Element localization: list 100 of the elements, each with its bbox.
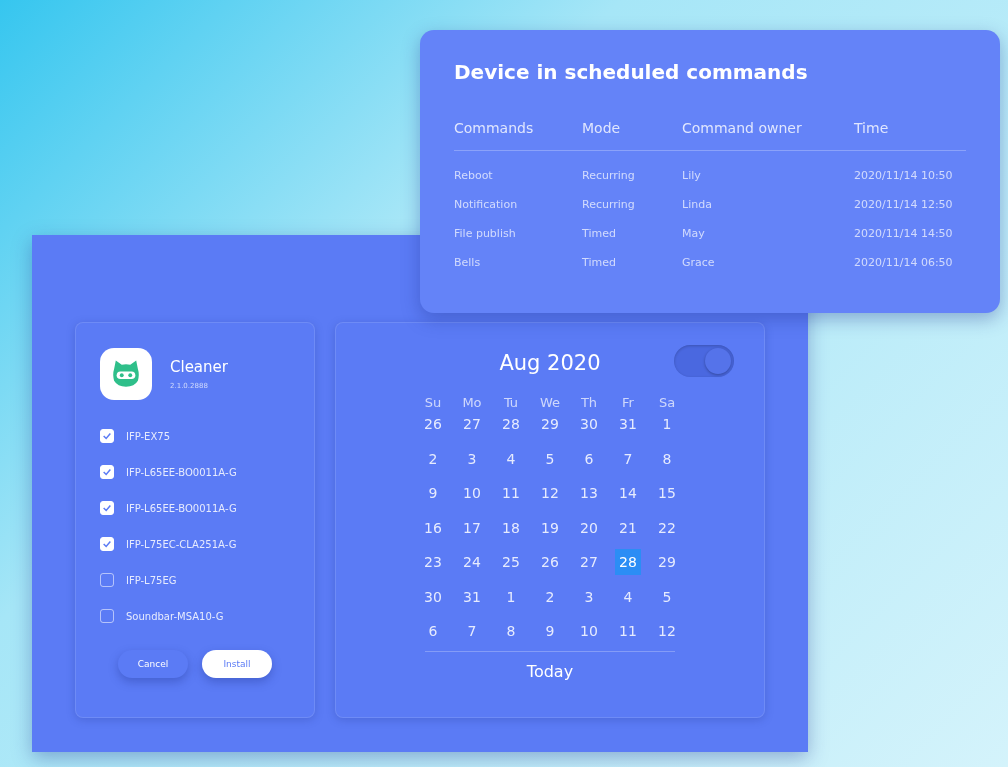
column-header: Time — [854, 120, 890, 136]
calendar-day[interactable]: 2 — [530, 585, 570, 608]
table-cell-text: 2020/11/14 06:50 — [854, 256, 954, 269]
calendar-day[interactable]: 27 — [569, 551, 609, 573]
checkmark-icon — [102, 431, 112, 441]
calendar-day[interactable]: 12 — [530, 482, 570, 504]
calendar-day[interactable]: 31 — [608, 413, 648, 435]
calendar-day[interactable]: 3 — [569, 585, 609, 608]
app-icon — [100, 348, 152, 400]
calendar-day[interactable]: 31 — [452, 585, 492, 608]
weekday-label: Fr — [621, 395, 635, 412]
calendar-day[interactable]: 14 — [608, 482, 648, 504]
calendar-day[interactable]: 2 — [413, 447, 453, 470]
calendar-day[interactable]: 29 — [530, 413, 570, 435]
calendar-day[interactable]: 22 — [647, 516, 687, 539]
column-header: Commands — [454, 120, 535, 136]
calendar-day[interactable]: 23 — [413, 551, 453, 573]
calendar-day[interactable]: 19 — [530, 516, 570, 539]
calendar-day[interactable]: 30 — [413, 585, 453, 608]
calendar-day[interactable]: 26 — [413, 413, 453, 435]
calendar-day[interactable]: 7 — [452, 620, 492, 642]
calendar-day[interactable]: 9 — [530, 620, 570, 642]
calendar-day[interactable]: 12 — [647, 620, 687, 642]
device-label: IFP-EX75 — [126, 430, 170, 442]
checkmark-icon — [102, 503, 112, 513]
month-title: Aug 2020 — [499, 351, 601, 375]
calendar-day[interactable]: 28 — [491, 413, 531, 435]
calendar-day[interactable]: 4 — [608, 585, 648, 608]
device-label: Soundbar-MSA10-G — [126, 610, 224, 622]
table-cell-text: May — [682, 227, 706, 240]
weekday-label: Sa — [657, 395, 677, 412]
table-cell-text: Timed — [582, 256, 617, 269]
table-cell-text: Grace — [682, 256, 716, 269]
calendar-day[interactable]: 10 — [452, 482, 492, 504]
checkbox[interactable] — [100, 573, 114, 587]
device-label: IFP-L65EE-BO0011A-G — [126, 466, 237, 478]
table-cell-text: Bells — [454, 256, 482, 269]
calendar-day[interactable]: 25 — [491, 551, 531, 573]
install-button[interactable]: Install — [202, 650, 272, 678]
calendar-day[interactable]: 11 — [491, 482, 531, 504]
calendar-day[interactable]: 17 — [452, 516, 492, 539]
checkbox[interactable] — [100, 537, 114, 551]
checkbox[interactable] — [100, 609, 114, 623]
calendar-day[interactable]: 6 — [413, 620, 453, 642]
calendar-day[interactable]: 18 — [491, 516, 531, 539]
calendar-day[interactable]: 5 — [530, 447, 570, 470]
calendar-day[interactable]: 5 — [647, 585, 687, 608]
checkbox[interactable] — [100, 501, 114, 515]
calendar-day[interactable]: 7 — [608, 447, 648, 470]
checkmark-icon — [102, 467, 112, 477]
table-cell-text: Recurring — [582, 169, 636, 182]
today-button[interactable]: Today — [520, 659, 580, 683]
checkmark-icon — [102, 539, 112, 549]
calendar-day[interactable]: 27 — [452, 413, 492, 435]
table-cell-text: 2020/11/14 14:50 — [854, 227, 954, 240]
calendar-day[interactable]: 26 — [530, 551, 570, 573]
calendar-day[interactable]: 1 — [647, 413, 687, 435]
calendar-day[interactable]: 24 — [452, 551, 492, 573]
table-cell-text: 2020/11/14 10:50 — [854, 169, 954, 182]
table-cell-text: Recurring — [582, 198, 636, 211]
column-header: Mode — [582, 120, 622, 136]
table-cell-text: Timed — [582, 227, 617, 240]
weekday-label: We — [538, 395, 562, 412]
calendar-day[interactable]: 9 — [413, 482, 453, 504]
weekday-label: Tu — [502, 395, 520, 412]
calendar-day[interactable]: 8 — [491, 620, 531, 642]
calendar-day[interactable]: 8 — [647, 447, 687, 470]
calendar-day[interactable]: 13 — [569, 482, 609, 504]
device-label: IFP-L75EG — [126, 574, 177, 586]
calendar-day[interactable]: 4 — [491, 447, 531, 470]
calendar-day[interactable]: 16 — [413, 516, 453, 539]
table-cell-text: Lily — [682, 169, 702, 182]
calendar-day[interactable]: 29 — [647, 551, 687, 573]
weekday-label: Th — [579, 395, 599, 412]
calendar-day[interactable]: 6 — [569, 447, 609, 470]
calendar-day[interactable]: 30 — [569, 413, 609, 435]
calendar-day[interactable]: 3 — [452, 447, 492, 470]
device-label: IFP-L75EC-CLA251A-G — [126, 538, 237, 550]
panel-title: Device in scheduled commands — [454, 60, 809, 84]
table-cell-text: Reboot — [454, 169, 494, 182]
table-cell-text: File publish — [454, 227, 517, 240]
weekday-label: Mo — [461, 395, 483, 412]
table-cell-text: 2020/11/14 12:50 — [854, 198, 954, 211]
app-name: Cleaner — [170, 358, 228, 376]
toggle-switch[interactable] — [674, 345, 734, 377]
calendar-day[interactable]: 11 — [608, 620, 648, 642]
calendar-day[interactable]: 10 — [569, 620, 609, 642]
checkbox[interactable] — [100, 429, 114, 443]
calendar-day[interactable]: 15 — [647, 482, 687, 504]
calendar-day[interactable]: 21 — [608, 516, 648, 539]
device-label: IFP-L65EE-BO0011A-G — [126, 502, 237, 514]
calendar-day[interactable]: 1 — [491, 585, 531, 608]
table-cell-text: Linda — [682, 198, 713, 211]
cancel-button[interactable]: Cancel — [118, 650, 188, 678]
calendar-day[interactable]: 28 — [617, 551, 639, 573]
checkbox[interactable] — [100, 465, 114, 479]
weekday-label: Su — [423, 395, 443, 412]
table-cell-text: Notification — [454, 198, 519, 211]
calendar-day[interactable]: 20 — [569, 516, 609, 539]
column-header: Command owner — [682, 120, 803, 136]
